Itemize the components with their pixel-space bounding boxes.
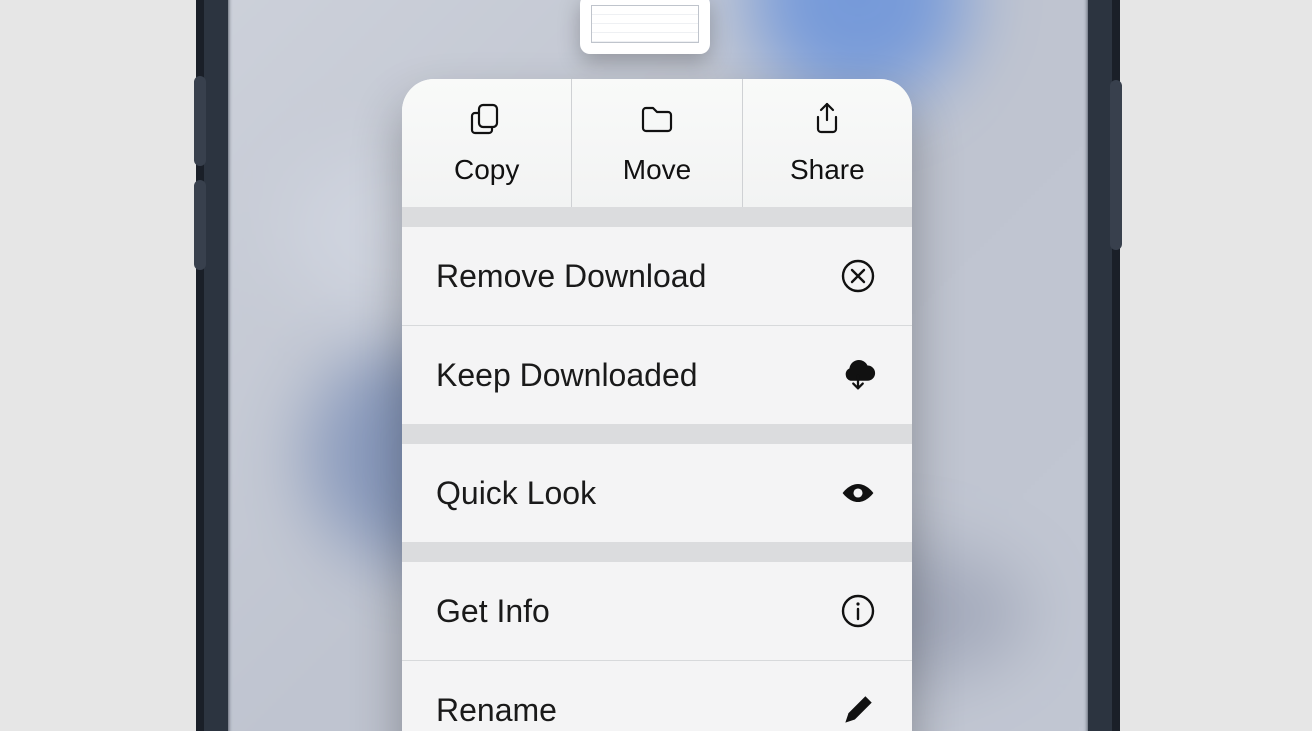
- download-group: Remove Download Keep Downloaded: [402, 227, 912, 424]
- rename-label: Rename: [436, 692, 557, 729]
- doc-on-doc-icon: [469, 101, 505, 144]
- top-action-row: Copy Move Share: [402, 79, 912, 207]
- volume-up-button[interactable]: [194, 76, 206, 166]
- move-label: Move: [623, 154, 691, 186]
- phone-body: Copy Move Share: [204, 0, 1112, 731]
- quick-look-item[interactable]: Quick Look: [402, 444, 912, 542]
- keep-downloaded-item[interactable]: Keep Downloaded: [402, 325, 912, 424]
- get-info-label: Get Info: [436, 593, 550, 630]
- move-button[interactable]: Move: [571, 79, 741, 207]
- cloud-download-fill-icon: [838, 355, 878, 395]
- file-preview-thumbnail[interactable]: [580, 0, 710, 54]
- quick-look-label: Quick Look: [436, 475, 596, 512]
- volume-down-button[interactable]: [194, 180, 206, 270]
- copy-button[interactable]: Copy: [402, 79, 571, 207]
- rename-item[interactable]: Rename: [402, 660, 912, 731]
- folder-icon: [639, 101, 675, 144]
- square-arrow-up-icon: [809, 101, 845, 144]
- remove-download-item[interactable]: Remove Download: [402, 227, 912, 325]
- share-button[interactable]: Share: [742, 79, 912, 207]
- section-gap: [402, 424, 912, 444]
- keep-downloaded-label: Keep Downloaded: [436, 357, 698, 394]
- section-gap: [402, 207, 912, 227]
- pencil-icon: [838, 690, 878, 730]
- quicklook-group: Quick Look: [402, 444, 912, 542]
- context-menu: Copy Move Share: [402, 79, 912, 731]
- x-circle-icon: [838, 256, 878, 296]
- info-group: Get Info Rename Compress: [402, 562, 912, 731]
- stage: Copy Move Share: [0, 0, 1312, 731]
- eye-fill-icon: [838, 473, 878, 513]
- remove-download-label: Remove Download: [436, 258, 706, 295]
- share-label: Share: [790, 154, 865, 186]
- info-circle-icon: [838, 591, 878, 631]
- phone-screen: Copy Move Share: [228, 0, 1088, 731]
- power-button[interactable]: [1110, 80, 1122, 250]
- spreadsheet-preview-icon: [591, 5, 699, 43]
- get-info-item[interactable]: Get Info: [402, 562, 912, 660]
- copy-label: Copy: [454, 154, 519, 186]
- section-gap: [402, 542, 912, 562]
